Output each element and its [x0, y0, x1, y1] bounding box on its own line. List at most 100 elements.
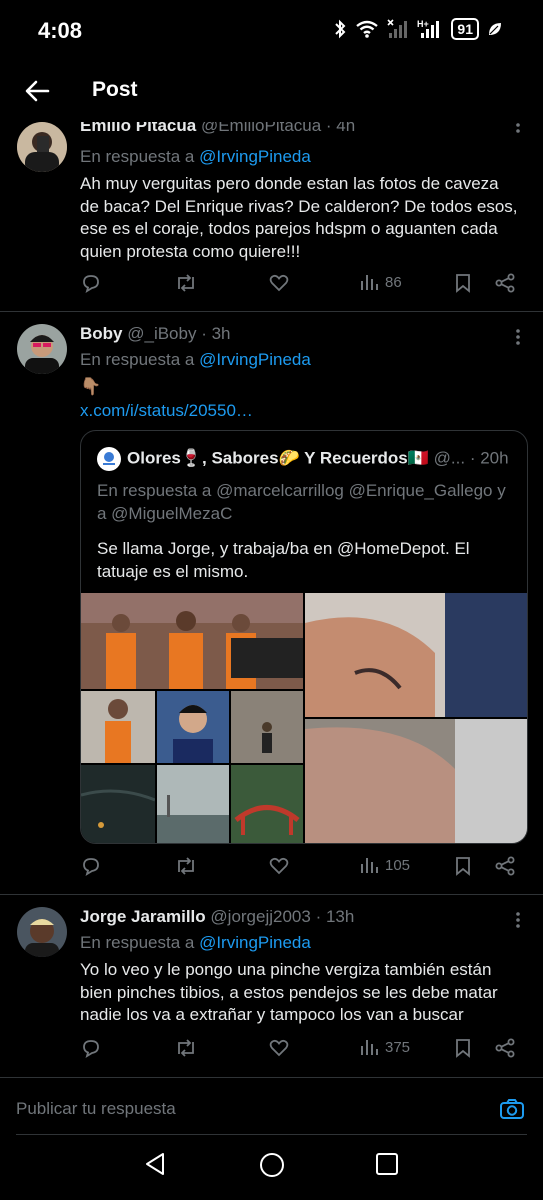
- reply-mention[interactable]: @IrvingPineda: [199, 933, 311, 952]
- avatar[interactable]: [17, 324, 67, 374]
- views-count: 86: [385, 273, 402, 291]
- reply-composer[interactable]: Publicar tu respuesta: [0, 1077, 543, 1135]
- photo-man-wall: [231, 691, 303, 763]
- retweet-icon: [178, 274, 194, 292]
- tweet-time: · 13h: [315, 907, 355, 926]
- reply-button[interactable]: [80, 855, 102, 877]
- tweet-header: Emilio Pitacua @EmilioPitacua · 4h: [80, 122, 355, 136]
- share-button[interactable]: [494, 855, 516, 877]
- views-count: 375: [385, 1038, 411, 1056]
- quote-text: Se llama Jorge, y trabaja/ba en @HomeDep…: [97, 539, 470, 581]
- photo-arm-tattoo: [305, 593, 527, 717]
- battery-indicator: 91: [451, 18, 479, 40]
- reply-icon: [83, 275, 99, 293]
- views-button[interactable]: 86: [359, 272, 402, 292]
- user-name[interactable]: Jorge Jaramillo: [80, 907, 206, 926]
- quote-media[interactable]: [81, 593, 527, 843]
- share-icon: [495, 1038, 515, 1058]
- page-title: Post: [92, 78, 138, 101]
- like-icon: [269, 857, 289, 875]
- like-button[interactable]: [268, 1037, 290, 1059]
- reply-input[interactable]: Publicar tu respuesta: [16, 1099, 176, 1119]
- nav-recents-icon[interactable]: [374, 1151, 400, 1177]
- tweet-header: Boby @_iBoby · 3h: [80, 324, 231, 344]
- photo-red-bridge: [231, 765, 303, 843]
- tweet-text: Yo lo veo y le pongo una pinche vergiza …: [80, 960, 498, 1024]
- tweet-actions: 105: [80, 855, 520, 885]
- leaf-icon: [489, 23, 501, 35]
- tweet-actions: 86: [80, 272, 520, 302]
- reply-context: En respuesta a @IrvingPineda: [80, 350, 311, 370]
- system-nav-bar: [0, 1135, 543, 1200]
- status-icons: H+ 91: [333, 18, 503, 40]
- user-name[interactable]: Boby: [80, 324, 123, 343]
- signal-x-icon: [387, 19, 408, 38]
- reply-prefix: En respuesta a: [80, 147, 200, 166]
- reply-icon: [83, 1040, 99, 1058]
- retweet-icon: [178, 1039, 194, 1057]
- tweet-3[interactable]: Jorge Jaramillo @jorgejj2003 · 13h En re…: [0, 895, 543, 1077]
- share-button[interactable]: [494, 1037, 516, 1059]
- bluetooth-icon: [335, 19, 346, 39]
- wifi-icon: [356, 20, 379, 38]
- user-name[interactable]: Emilio Pitacua: [80, 122, 196, 135]
- tweet-actions: 375: [80, 1037, 520, 1067]
- photo-employee: [81, 691, 155, 763]
- reply-mention[interactable]: @IrvingPineda: [199, 147, 311, 166]
- like-button[interactable]: [268, 855, 290, 877]
- tweet-link[interactable]: x.com/i/status/20550…: [80, 400, 520, 423]
- retweet-icon: [178, 857, 194, 875]
- like-icon: [269, 1039, 289, 1057]
- tweet-time: · 4h: [325, 122, 356, 135]
- retweet-button[interactable]: [174, 1037, 198, 1059]
- reply-prefix: En respuesta a: [80, 350, 200, 369]
- user-handle[interactable]: @jorgejj2003: [210, 907, 310, 926]
- nav-home-icon[interactable]: [258, 1151, 286, 1179]
- reply-button[interactable]: [80, 1037, 102, 1059]
- reply-mention[interactable]: @IrvingPineda: [199, 350, 311, 369]
- retweet-button[interactable]: [174, 272, 198, 294]
- reply-icon: [83, 858, 99, 876]
- retweet-button[interactable]: [174, 855, 198, 877]
- views-count: 105: [385, 856, 411, 874]
- bookmark-button[interactable]: [453, 855, 473, 877]
- quote-user-name: Olores🍷, Sabores🌮 Y Recuerdos🇲🇽: [127, 448, 429, 468]
- more-icon[interactable]: [515, 122, 521, 140]
- avatar[interactable]: [17, 122, 67, 172]
- quote-header: Olores🍷, Sabores🌮 Y Recuerdos🇲🇽 @... · 2…: [97, 447, 509, 471]
- avatar[interactable]: [17, 907, 67, 957]
- reply-prefix: En respuesta a: [80, 933, 200, 952]
- photo-store-group: [81, 593, 303, 689]
- views-icon: [361, 1040, 378, 1055]
- user-handle[interactable]: @_iBoby: [127, 324, 196, 343]
- tweet-1[interactable]: Emilio Pitacua @EmilioPitacua · 4h En re…: [0, 122, 543, 312]
- back-arrow-icon[interactable]: [22, 76, 52, 106]
- bookmark-button[interactable]: [453, 1037, 473, 1059]
- bookmark-button[interactable]: [453, 272, 473, 294]
- like-icon: [269, 274, 289, 292]
- camera-icon[interactable]: [499, 1097, 525, 1121]
- quoted-tweet[interactable]: Olores🍷, Sabores🌮 Y Recuerdos🇲🇽 @... · 2…: [80, 430, 528, 844]
- bookmark-icon: [456, 1039, 470, 1058]
- tweet-header: Jorge Jaramillo @jorgejj2003 · 13h: [80, 907, 354, 927]
- signal-h-icon: H+: [417, 19, 440, 38]
- user-handle[interactable]: @EmilioPitacua: [201, 122, 321, 135]
- photo-dark-water: [81, 765, 155, 843]
- photo-portrait: [157, 691, 229, 763]
- more-icon[interactable]: [515, 911, 521, 929]
- svg-text:H+: H+: [417, 19, 429, 29]
- reply-button[interactable]: [80, 272, 102, 294]
- share-icon: [495, 856, 515, 876]
- quote-time: · 20h: [469, 448, 509, 468]
- share-button[interactable]: [494, 272, 516, 294]
- more-icon[interactable]: [515, 328, 521, 346]
- nav-back-icon[interactable]: [143, 1151, 167, 1177]
- tweet-text: Ah muy verguitas pero donde estan las fo…: [80, 174, 518, 261]
- share-icon: [495, 273, 515, 293]
- views-button[interactable]: 375: [359, 1037, 410, 1057]
- like-button[interactable]: [268, 272, 290, 294]
- views-button[interactable]: 105: [359, 855, 410, 875]
- quote-user-handle: @...: [433, 448, 466, 468]
- top-bar: Post: [0, 62, 543, 122]
- photo-arm-closeup: [305, 719, 527, 843]
